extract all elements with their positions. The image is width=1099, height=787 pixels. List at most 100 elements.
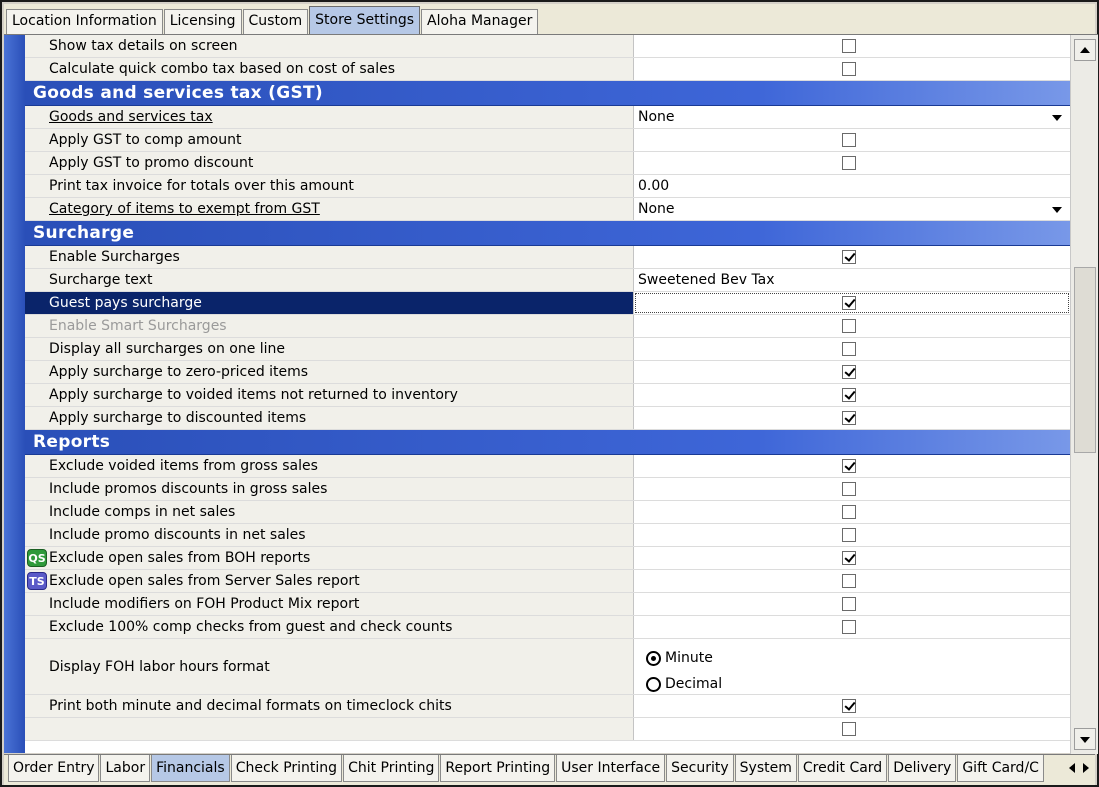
row-guest-pays-surcharge[interactable]: Guest pays surcharge [25, 292, 1070, 315]
top-tab-strip: Location Information Licensing Custom St… [4, 4, 1095, 34]
radio-unselected-icon[interactable] [646, 676, 661, 692]
tab-gift-card[interactable]: Gift Card/C [957, 755, 1044, 782]
row-label: Category of items to exempt from GST [49, 201, 320, 217]
chevron-down-icon[interactable] [1052, 115, 1062, 121]
row-calc-combo-tax[interactable]: Calculate quick combo tax based on cost … [25, 58, 1070, 81]
tab-check-printing[interactable]: Check Printing [230, 755, 343, 782]
row-include-promos-gross[interactable]: Include promos discounts in gross sales [25, 478, 1070, 501]
row-surcharge-text[interactable]: Surcharge text Sweetened Bev Tax [25, 269, 1070, 292]
include-promo-net-checkbox[interactable] [842, 528, 856, 542]
tab-licensing[interactable]: Licensing [163, 9, 242, 34]
exclude-voided-checkbox[interactable] [842, 459, 856, 473]
row-exclude-comp-checks[interactable]: Exclude 100% comp checks from guest and … [25, 616, 1070, 639]
gst-comp-checkbox[interactable] [842, 133, 856, 147]
ts-badge-icon: TS [27, 572, 47, 590]
tab-scroll-right-icon[interactable] [1083, 763, 1089, 773]
section-title: Goods and services tax (GST) [33, 83, 323, 103]
scroll-down-button[interactable] [1074, 728, 1096, 750]
exempt-category-dropdown-value[interactable]: None [638, 201, 675, 217]
tab-order-entry[interactable]: Order Entry [8, 755, 100, 782]
tax-invoice-amount-input[interactable]: 0.00 [638, 178, 669, 194]
enable-surcharges-checkbox[interactable] [842, 250, 856, 264]
calc-combo-tax-checkbox[interactable] [842, 62, 856, 76]
surcharge-text-input[interactable]: Sweetened Bev Tax [638, 272, 775, 288]
row-gst-comp[interactable]: Apply GST to comp amount [25, 129, 1070, 152]
row-print-tax-invoice[interactable]: Print tax invoice for totals over this a… [25, 175, 1070, 198]
tab-financials[interactable]: Financials [151, 755, 230, 782]
print-both-formats-checkbox[interactable] [842, 699, 856, 713]
row-include-promo-net[interactable]: Include promo discounts in net sales [25, 524, 1070, 547]
include-modifiers-checkbox[interactable] [842, 597, 856, 611]
section-reports-header[interactable]: − Reports [25, 430, 1070, 455]
row-exclude-open-server[interactable]: TS Exclude open sales from Server Sales r… [25, 570, 1070, 593]
row-label: Surcharge text [49, 272, 153, 288]
vertical-scrollbar[interactable] [1070, 35, 1098, 754]
row-label: Exclude open sales from BOH reports [49, 550, 311, 566]
tab-aloha-manager[interactable]: Aloha Manager [421, 9, 539, 34]
row-labor-hours-format[interactable]: Display FOH labor hours format Minute De… [25, 639, 1070, 695]
chevron-down-icon[interactable] [1052, 207, 1062, 213]
row-label: Calculate quick combo tax based on cost … [49, 61, 396, 77]
tab-store-settings[interactable]: Store Settings [309, 6, 421, 34]
exclude-comp-checks-checkbox[interactable] [842, 620, 856, 634]
tab-scroll-left-icon[interactable] [1069, 763, 1075, 773]
row-label: Display FOH labor hours format [49, 658, 270, 675]
tab-user-interface[interactable]: User Interface [556, 755, 666, 782]
row-surcharge-discounted[interactable]: Apply surcharge to discounted items [25, 407, 1070, 430]
row-exclude-voided[interactable]: Exclude voided items from gross sales [25, 455, 1070, 478]
radio-label-minute: Minute [665, 650, 713, 666]
section-surcharge-header[interactable]: − Surcharge [25, 221, 1070, 246]
scroll-up-button[interactable] [1074, 39, 1096, 61]
include-comps-net-checkbox[interactable] [842, 505, 856, 519]
row-surcharge-voided[interactable]: Apply surcharge to voided items not retu… [25, 384, 1070, 407]
scroll-thumb[interactable] [1074, 267, 1096, 453]
arrow-up-icon [1080, 47, 1090, 53]
tab-chit-printing[interactable]: Chit Printing [343, 755, 440, 782]
row-display-surcharges-one-line[interactable]: Display all surcharges on one line [25, 338, 1070, 361]
row-show-tax-details[interactable]: Show tax details on screen [25, 35, 1070, 58]
tab-report-printing[interactable]: Report Printing [440, 755, 556, 782]
section-title: Surcharge [33, 223, 135, 243]
radio-selected-icon[interactable] [646, 650, 661, 666]
row-surcharge-zero-priced[interactable]: Apply surcharge to zero-priced items [25, 361, 1070, 384]
guest-pays-surcharge-checkbox[interactable] [842, 296, 856, 310]
show-tax-details-checkbox[interactable] [842, 39, 856, 53]
row-print-both-formats[interactable]: Print both minute and decimal formats on… [25, 695, 1070, 718]
exclude-open-server-checkbox[interactable] [842, 574, 856, 588]
row-label: Enable Surcharges [49, 249, 180, 265]
row-include-comps-net[interactable]: Include comps in net sales [25, 501, 1070, 524]
row-label: Guest pays surcharge [49, 295, 202, 311]
surcharges-one-line-checkbox[interactable] [842, 342, 856, 356]
tab-delivery[interactable]: Delivery [888, 755, 957, 782]
row-goods-services-tax[interactable]: Goods and services tax None [25, 106, 1070, 129]
gst-dropdown-value[interactable]: None [638, 109, 675, 125]
gst-promo-checkbox[interactable] [842, 156, 856, 170]
row-label: Exclude voided items from gross sales [49, 458, 318, 474]
section-gst-header[interactable]: − Goods and services tax (GST) [25, 81, 1070, 106]
surcharge-voided-checkbox[interactable] [842, 388, 856, 402]
tab-labor[interactable]: Labor [100, 755, 151, 782]
hidden-row-checkbox [842, 722, 856, 736]
row-gst-promo[interactable]: Apply GST to promo discount [25, 152, 1070, 175]
labor-format-radio-group: Minute Decimal [646, 645, 722, 697]
row-label: Apply GST to comp amount [49, 132, 242, 148]
surcharge-zero-priced-checkbox[interactable] [842, 365, 856, 379]
row-include-modifiers-pmix[interactable]: Include modifiers on FOH Product Mix rep… [25, 593, 1070, 616]
include-promos-gross-checkbox[interactable] [842, 482, 856, 496]
surcharge-discounted-checkbox[interactable] [842, 411, 856, 425]
row-label: Show tax details on screen [49, 38, 238, 54]
tab-system[interactable]: System [734, 755, 797, 782]
tab-location-information[interactable]: Location Information [6, 9, 163, 34]
tab-custom[interactable]: Custom [242, 9, 309, 34]
row-label: Print both minute and decimal formats on… [49, 698, 452, 714]
tab-credit-card[interactable]: Credit Card [797, 755, 888, 782]
row-exclude-open-boh[interactable]: QS Exclude open sales from BOH reports [25, 547, 1070, 570]
radio-option-minute[interactable]: Minute [646, 645, 722, 671]
row-enable-surcharges[interactable]: Enable Surcharges [25, 246, 1070, 269]
tab-security[interactable]: Security [666, 755, 734, 782]
radio-option-decimal[interactable]: Decimal [646, 671, 722, 697]
exclude-open-boh-checkbox[interactable] [842, 551, 856, 565]
row-label: Apply surcharge to voided items not retu… [49, 387, 458, 403]
row-exempt-category[interactable]: Category of items to exempt from GST Non… [25, 198, 1070, 221]
row-label: Enable Smart Surcharges [49, 318, 227, 334]
